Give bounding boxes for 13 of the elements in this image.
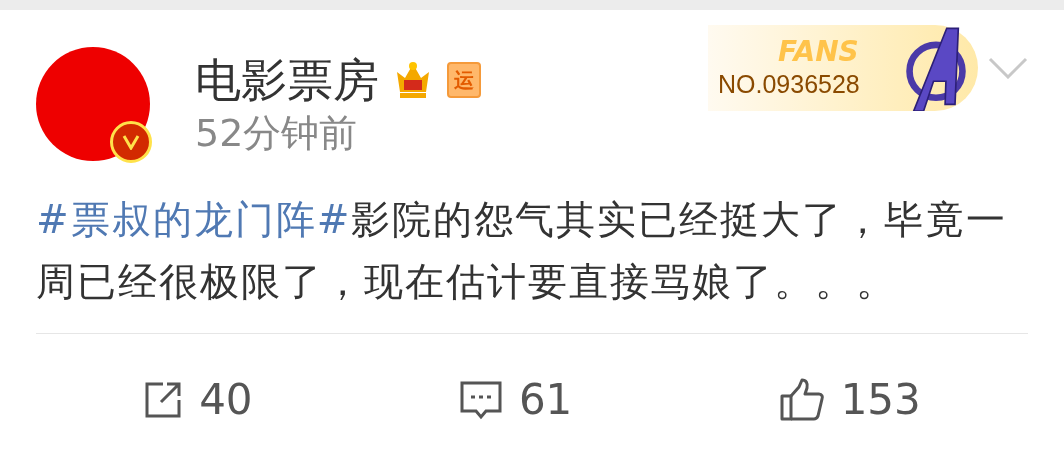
thumbs-up-icon	[778, 377, 825, 422]
fans-label: FANS	[778, 36, 859, 68]
hashtag-link[interactable]: #票叔的龙门阵#	[36, 197, 352, 242]
like-button[interactable]: 153	[778, 368, 921, 431]
fans-number: NO.0936528	[718, 69, 860, 100]
post-time: 52分钟前	[195, 111, 359, 155]
comment-button[interactable]: 61	[458, 368, 573, 431]
level-tag: 运	[447, 62, 481, 98]
post-text: #票叔的龙门阵#影院的怨气其实已经挺大了，毕竟一周已经很极限了，现在估计要直接骂娘了。。。	[35, 196, 1009, 306]
share-button[interactable]: 40	[143, 368, 253, 431]
comment-icon	[458, 379, 503, 420]
author-name[interactable]: 电影票房	[195, 55, 379, 105]
fans-badge[interactable]: FANS NO.0936528	[708, 25, 978, 111]
